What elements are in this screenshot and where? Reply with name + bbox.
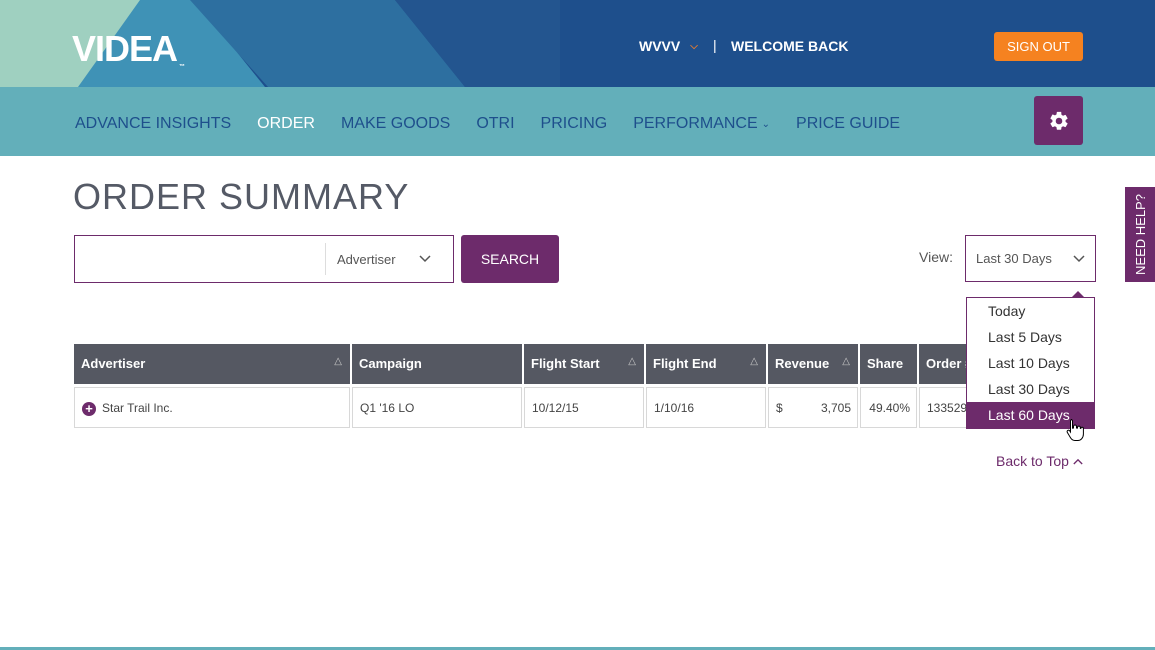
sign-out-button[interactable]: SIGN OUT	[994, 32, 1083, 61]
sort-up-icon[interactable]: △	[628, 356, 636, 367]
table-cell-flight-end: 1/10/16	[646, 387, 766, 428]
view-select-value: Last 30 Days	[976, 251, 1052, 266]
table-cell-advertiser: + Star Trail Inc.	[74, 387, 350, 428]
sort-up-icon[interactable]: △	[334, 356, 342, 367]
table-cell-flight-start: 10/12/15	[524, 387, 644, 428]
view-option-today[interactable]: Today	[967, 298, 1094, 324]
column-header-flight-start[interactable]: Flight Start △	[524, 344, 644, 384]
header-separator: |	[713, 37, 717, 53]
logo-text: VIDEA	[72, 28, 178, 69]
logo-trademark: ™	[179, 64, 186, 70]
nav-item-advance-insights[interactable]: ADVANCE INSIGHTS	[75, 115, 231, 133]
welcome-text: WELCOME BACK	[731, 38, 849, 54]
back-to-top-label: Back to Top	[996, 453, 1069, 469]
column-header-share[interactable]: Share	[860, 344, 917, 384]
search-button[interactable]: SEARCH	[461, 235, 559, 283]
column-header-label: Campaign	[359, 356, 422, 371]
search-filter-value: Advertiser	[337, 251, 396, 267]
nav-item-performance-label: PERFORMANCE	[633, 115, 758, 132]
revenue-value: 3,705	[820, 401, 851, 415]
chevron-down-icon	[419, 255, 431, 263]
table-cell-order-number: 133529	[919, 387, 967, 428]
column-header-revenue[interactable]: Revenue △	[768, 344, 858, 384]
table-cell-share: 49.40%	[860, 387, 917, 428]
column-header-order-number[interactable]: Order #	[919, 344, 967, 384]
chevron-down-icon	[1073, 254, 1085, 262]
station-label: WVVV	[639, 38, 681, 54]
settings-button[interactable]	[1034, 96, 1083, 145]
need-help-label: NEED HELP?	[1132, 194, 1148, 275]
page-title: ORDER SUMMARY	[73, 176, 410, 217]
view-dropdown-menu: Today Last 5 Days Last 10 Days Last 30 D…	[966, 291, 1095, 429]
nav-item-order[interactable]: ORDER	[257, 115, 315, 133]
column-header-advertiser[interactable]: Advertiser △	[74, 344, 350, 384]
table-cell-revenue: $ 3,705	[768, 387, 858, 428]
nav-item-pricing[interactable]: PRICING	[541, 115, 608, 133]
main-nav-bar: ADVANCE INSIGHTS ORDER MAKE GOODS OTRI P…	[0, 87, 1155, 156]
view-label: View:	[919, 249, 953, 265]
back-to-top-link[interactable]: Back to Top	[996, 453, 1083, 469]
column-header-label: Flight End	[653, 356, 717, 371]
chevron-down-icon: ⌵	[690, 40, 698, 52]
expand-plus-icon[interactable]: +	[82, 401, 96, 416]
advertiser-name: Star Trail Inc.	[102, 401, 173, 415]
view-option-last-10-days[interactable]: Last 10 Days	[967, 350, 1094, 376]
top-header: VIDEA ™ WVVV ⌵ | WELCOME BACK SIGN OUT	[0, 0, 1155, 87]
column-header-label: Advertiser	[81, 356, 146, 371]
station-selector[interactable]: WVVV ⌵	[639, 38, 698, 54]
sort-up-icon[interactable]: △	[842, 356, 850, 367]
view-select[interactable]: Last 30 Days	[965, 235, 1096, 282]
main-nav: ADVANCE INSIGHTS ORDER MAKE GOODS OTRI P…	[75, 115, 926, 133]
column-header-label: Revenue	[775, 356, 830, 371]
nav-item-price-guide[interactable]: PRICE GUIDE	[796, 115, 900, 133]
chevron-down-icon: ⌄	[761, 118, 771, 130]
chevron-up-icon	[1073, 458, 1083, 464]
need-help-tab[interactable]: NEED HELP?	[1125, 187, 1155, 282]
search-input[interactable]	[75, 236, 325, 282]
column-header-campaign[interactable]: Campaign	[352, 344, 522, 384]
search-box: Advertiser	[74, 235, 454, 283]
gear-icon	[1049, 111, 1068, 130]
column-header-label: Share	[867, 356, 904, 371]
nav-item-make-goods[interactable]: MAKE GOODS	[341, 115, 450, 133]
column-header-label: Order #	[926, 356, 967, 371]
hand-pointer-icon	[1066, 419, 1084, 441]
sort-up-icon[interactable]: △	[750, 356, 758, 367]
column-header-label: Flight Start	[531, 356, 600, 371]
search-filter-select[interactable]: Advertiser	[326, 236, 453, 282]
table-cell-campaign: Q1 '16 LO	[352, 387, 522, 428]
view-option-last-30-days[interactable]: Last 30 Days	[967, 376, 1094, 402]
view-option-last-5-days[interactable]: Last 5 Days	[967, 324, 1094, 350]
revenue-currency: $	[776, 401, 783, 415]
nav-item-performance[interactable]: PERFORMANCE ⌄	[633, 115, 770, 133]
column-header-flight-end[interactable]: Flight End △	[646, 344, 766, 384]
videa-logo[interactable]: VIDEA ™	[72, 28, 185, 70]
nav-item-otri[interactable]: OTRI	[476, 115, 514, 133]
